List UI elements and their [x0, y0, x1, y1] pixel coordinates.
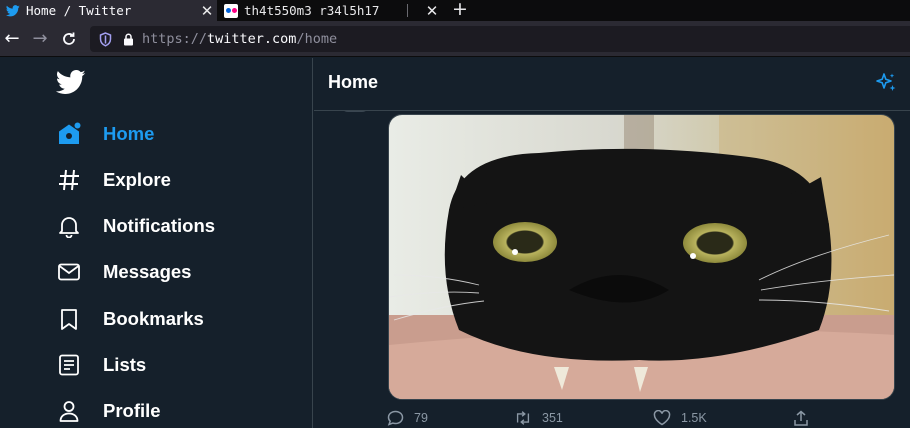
sidebar-item-notifications[interactable]: Notifications	[56, 211, 215, 241]
sidebar: Home Explore Notifications Messages Book…	[0, 58, 313, 428]
hashtag-icon	[56, 167, 82, 193]
twitter-logo-icon[interactable]	[55, 70, 86, 96]
envelope-icon	[56, 259, 82, 285]
sidebar-item-label: Explore	[103, 169, 171, 190]
url-bar[interactable]: https://twitter.com/home	[90, 26, 910, 52]
tab-separator	[407, 4, 408, 17]
sidebar-item-label: Bookmarks	[103, 308, 204, 329]
new-tab-button[interactable]: +	[450, 0, 470, 21]
tab-twitter[interactable]: Home / Twitter ✕	[0, 0, 217, 21]
bell-icon	[56, 213, 82, 239]
back-arrow-icon[interactable]: ←	[2, 29, 22, 49]
reply-button[interactable]: 79	[386, 408, 428, 428]
sidebar-item-label: Lists	[103, 354, 147, 375]
heart-icon	[653, 409, 671, 427]
close-tab-icon[interactable]: ✕	[197, 2, 217, 20]
retweet-icon	[514, 409, 532, 427]
like-button[interactable]: 1.5K	[653, 408, 707, 428]
main-timeline: 79 351 1.5K Home	[314, 58, 910, 428]
sidebar-item-profile[interactable]: Profile	[56, 396, 161, 426]
sidebar-item-messages[interactable]: Messages	[56, 257, 191, 287]
browser-tab-bar: Home / Twitter ✕ th4t550m3 r34l5h17 ✕ +	[0, 0, 910, 21]
tab-flickr[interactable]: th4t550m3 r34l5h17 ✕	[218, 0, 442, 21]
sidebar-item-home[interactable]: Home	[56, 119, 154, 149]
forward-arrow-icon[interactable]: →	[30, 29, 50, 49]
url-scheme: https://	[142, 31, 208, 47]
sidebar-item-explore[interactable]: Explore	[56, 165, 171, 195]
like-count: 1.5K	[681, 411, 707, 425]
sidebar-item-label: Home	[103, 123, 155, 144]
tracking-shield-icon[interactable]	[98, 31, 112, 47]
person-icon	[56, 398, 82, 424]
twitter-bird-icon	[6, 4, 20, 18]
share-icon	[792, 409, 810, 427]
tab-title: th4t550m3 r34l5h17	[244, 3, 380, 18]
retweet-count: 351	[542, 411, 563, 425]
url-path: /home	[296, 31, 338, 47]
reload-icon[interactable]	[59, 29, 79, 49]
tweet-actions: 79 351 1.5K	[314, 408, 910, 428]
flickr-icon	[224, 3, 238, 18]
lock-icon[interactable]	[122, 32, 134, 46]
home-icon	[56, 121, 82, 147]
close-tab-icon[interactable]: ✕	[422, 2, 442, 20]
sidebar-item-label: Messages	[103, 261, 192, 282]
retweet-button[interactable]: 351	[514, 408, 563, 428]
tweet-media-image[interactable]	[388, 114, 895, 400]
reply-icon	[386, 409, 404, 427]
url-host: twitter.com	[207, 31, 297, 47]
browser-nav-bar: ← → https://twitter.com/home	[0, 21, 910, 57]
share-button[interactable]	[792, 408, 810, 428]
sidebar-item-label: Notifications	[103, 215, 216, 236]
sidebar-item-bookmarks[interactable]: Bookmarks	[56, 304, 204, 334]
list-icon	[56, 352, 82, 378]
timeline-header: Home	[314, 58, 910, 111]
page-title: Home	[328, 72, 379, 92]
reply-count: 79	[414, 411, 428, 425]
sidebar-item-lists[interactable]: Lists	[56, 350, 146, 380]
bookmark-icon	[56, 306, 82, 332]
url-text: https://twitter.com/home	[142, 31, 337, 47]
sparkle-icon[interactable]	[874, 71, 898, 95]
sidebar-item-label: Profile	[103, 400, 161, 421]
tab-title: Home / Twitter	[26, 3, 132, 18]
